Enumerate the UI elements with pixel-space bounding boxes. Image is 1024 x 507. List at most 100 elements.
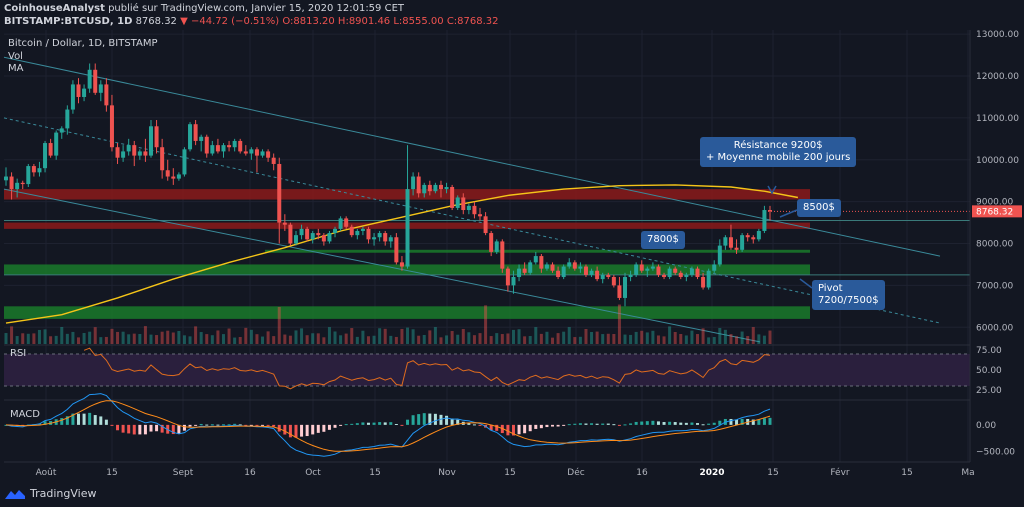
callout-pivot-line2: 7200/7500$ [818, 295, 879, 306]
rsi-legend[interactable]: RSI [10, 348, 26, 359]
volume-bar [506, 333, 510, 344]
macd-histogram-bar [433, 413, 437, 425]
volume-bar [383, 328, 387, 344]
candle-body [656, 266, 661, 275]
candle-body [372, 237, 377, 240]
volume-bar [15, 336, 19, 344]
candle-body [227, 145, 232, 148]
price-axis-tick: 12000.00 [976, 72, 1019, 82]
candle-body [539, 256, 544, 269]
volume-bar [523, 336, 527, 344]
macd-histogram-bar [690, 422, 694, 425]
candle-body [238, 140, 243, 152]
candle-body [243, 151, 248, 154]
callout-resistance-line1: Résistance 9200$ [733, 140, 823, 151]
symbol-label[interactable]: BITSTAMP:BTCUSD, 1D [4, 16, 132, 27]
candle-body [54, 132, 59, 156]
volume-bar [668, 326, 672, 344]
candle-body [528, 262, 533, 273]
volume-bar [762, 335, 766, 344]
volume-bar [283, 334, 287, 344]
macd-histogram-bar [757, 419, 761, 425]
candle-body [461, 197, 466, 211]
macd-histogram-bar [227, 424, 231, 426]
candle-body [282, 222, 287, 225]
vol-legend[interactable]: Vol [8, 51, 23, 62]
macd-histogram-bar [523, 424, 527, 434]
candle-body [327, 233, 332, 242]
macd-histogram-bar [567, 424, 571, 426]
macd-histogram-bar [445, 415, 449, 425]
candle-body [433, 184, 438, 192]
volume-bar [696, 334, 700, 344]
candle-body [70, 84, 75, 110]
candle-body [589, 270, 594, 275]
macd-histogram-bar [188, 424, 192, 427]
volume-bar [132, 333, 136, 344]
candle-body [254, 149, 259, 156]
candle-body [639, 264, 644, 271]
ohlc-values: O:8813.20 H:8901.46 L:8555.00 C:8768.32 [282, 16, 499, 27]
candle-body [37, 168, 42, 173]
candle-body [645, 268, 650, 271]
volume-bar [194, 326, 198, 344]
candle-body [160, 147, 165, 171]
macd-histogram-bar [662, 422, 666, 425]
volume-bar [534, 327, 538, 344]
volume-bar [629, 334, 633, 344]
candle-body [143, 151, 148, 156]
candle-body [500, 241, 505, 269]
volume-bar [305, 335, 309, 344]
volume-bar [439, 337, 443, 344]
candle-body [561, 266, 566, 278]
volume-bar [104, 336, 108, 344]
candle-body [583, 266, 588, 275]
rsi-axis-tick: 75.00 [976, 346, 1002, 356]
chart-canvas[interactable]: 6000.007000.008000.009000.0010000.001100… [0, 0, 1024, 507]
time-axis-tick: 15 [901, 468, 912, 478]
candle-body [316, 233, 321, 236]
volume-bar [221, 334, 225, 344]
candle-body [628, 274, 633, 278]
macd-histogram-bar [76, 413, 80, 425]
macd-histogram-bar [394, 424, 398, 426]
candle-body [98, 84, 103, 93]
candle-body [383, 233, 388, 242]
volume-bar [205, 334, 209, 344]
macd-histogram-bar [272, 424, 276, 427]
volume-bar [4, 333, 8, 344]
macd-histogram-bar [327, 424, 331, 430]
macd-histogram-bar [266, 424, 270, 426]
time-axis-tick: Nov [438, 468, 456, 478]
volume-bar [350, 328, 354, 344]
macd-legend[interactable]: MACD [10, 409, 40, 420]
volume-bar [160, 331, 164, 344]
macd-histogram-bar [60, 418, 64, 425]
candle-body [93, 69, 98, 93]
macd-histogram-bar [194, 424, 198, 426]
macd-histogram-bar [634, 421, 638, 425]
volume-bar [545, 331, 549, 344]
candle-body [712, 264, 717, 271]
volume-bar [456, 334, 460, 344]
volume-bar [244, 327, 248, 344]
tradingview-brand[interactable]: TradingView [4, 487, 96, 500]
macd-histogram-bar [617, 424, 621, 426]
ma-legend[interactable]: MA [8, 63, 23, 74]
volume-bar [238, 337, 242, 344]
volume-bar [60, 326, 64, 344]
candle-body [511, 277, 516, 286]
macd-histogram-bar [478, 424, 482, 426]
candle-body [15, 182, 20, 190]
candle-body [695, 268, 700, 278]
candle-body [572, 262, 577, 269]
candle-body [121, 151, 126, 158]
volume-bar [467, 332, 471, 344]
author-name[interactable]: CoinhouseAnalyst [4, 3, 105, 14]
candle-body [600, 274, 605, 280]
volume-bar [679, 334, 683, 344]
candle-body [188, 124, 193, 150]
macd-histogram-bar [422, 413, 426, 425]
macd-histogram-bar [155, 424, 159, 432]
time-axis-tick: Déc [567, 467, 584, 478]
